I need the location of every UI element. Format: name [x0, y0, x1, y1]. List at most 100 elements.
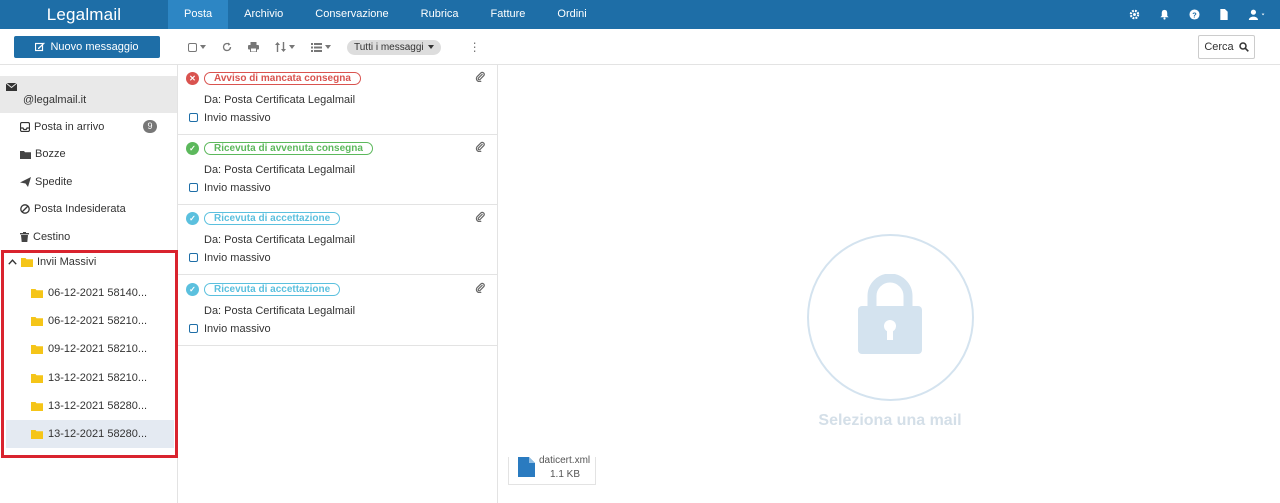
sidebar-item-inbox[interactable]: Posta in arrivo: [20, 118, 104, 136]
document-icon[interactable]: [1216, 7, 1232, 23]
sidebar-item-drafts[interactable]: Bozze: [20, 145, 66, 163]
user-icon[interactable]: [1246, 7, 1270, 23]
select-all-dropdown[interactable]: [188, 42, 206, 52]
refresh-button[interactable]: [222, 42, 232, 52]
new-message-label: Nuovo messaggio: [50, 41, 139, 53]
message-subject: Invio massivo: [204, 112, 271, 124]
sidebar-item-label: Posta in arrivo: [34, 121, 105, 133]
message-type-icon: [189, 324, 198, 333]
inbox-icon: [20, 122, 30, 132]
folder-icon: [31, 345, 43, 354]
message-status-tag: Ricevuta di accettazione: [204, 283, 341, 296]
sort-dropdown[interactable]: [275, 42, 295, 52]
attachment-name: daticert.xml: [539, 455, 591, 466]
refresh-icon: [222, 42, 232, 52]
message-filter-dropdown[interactable]: Tutti i messaggi: [347, 39, 441, 55]
send-icon: [20, 177, 31, 187]
chevron-down-icon: [289, 45, 295, 49]
delivered-status-icon: ✓: [186, 142, 199, 155]
message-list-item[interactable]: ✓ Ricevuta di accettazione Da: Posta Cer…: [178, 276, 497, 346]
subfolder-item-selected[interactable]: 13-12-2021 58280...: [6, 420, 174, 448]
view-dropdown[interactable]: [311, 42, 331, 52]
folder-group-invii-massivi[interactable]: Invii Massivi: [8, 256, 96, 268]
message-type-icon: [189, 183, 198, 192]
folder-icon: [31, 317, 43, 326]
subfolder-item[interactable]: 06-12-2021 58210...: [6, 307, 174, 335]
top-navbar: Legalmail Posta Archivio Conservazione R…: [0, 0, 1280, 29]
subfolder-label: 13-12-2021 58210...: [48, 372, 148, 384]
message-status-tag: Ricevuta di avvenuta consegna: [204, 142, 373, 155]
print-button[interactable]: [248, 42, 259, 52]
subfolder-label: 13-12-2021 58280...: [48, 400, 148, 412]
sidebar-item-label: Spedite: [35, 176, 73, 188]
sidebar-item-trash[interactable]: Cestino: [20, 228, 70, 246]
tab-conservazione[interactable]: Conservazione: [299, 0, 404, 29]
folder-icon: [21, 258, 33, 267]
sidebar-item-label: Cestino: [33, 231, 71, 243]
attachment-item[interactable]: daticert.xml 1.1 KB: [508, 455, 596, 485]
chevron-up-icon: [8, 259, 17, 265]
unread-count-badge: 9: [143, 120, 157, 133]
sidebar-item-sent[interactable]: Spedite: [20, 173, 72, 191]
message-list-item[interactable]: ✕ Avviso di mancata consegna Da: Posta C…: [178, 65, 497, 135]
svg-text:?: ?: [1192, 10, 1197, 19]
search-button[interactable]: Cerca: [1198, 35, 1255, 59]
empty-state-text: Seleziona una mail: [818, 412, 962, 429]
account-header[interactable]: @legalmail.it: [0, 76, 177, 113]
envelope-icon: [6, 83, 17, 91]
subfolder-item[interactable]: 06-12-2021 58140...: [6, 279, 174, 307]
folder-icon: [31, 402, 43, 411]
sidebar-item-label: Posta Indesiderata: [34, 203, 126, 215]
filter-label: Tutti i messaggi: [354, 41, 424, 53]
help-icon[interactable]: ?: [1186, 7, 1202, 23]
message-list-item[interactable]: ✓ Ricevuta di avvenuta consegna Da: Post…: [178, 135, 497, 205]
search-label: Cerca: [1204, 41, 1234, 53]
subfolder-label: 06-12-2021 58210...: [48, 315, 148, 327]
main-nav: Posta Archivio Conservazione Rubrica Fat…: [168, 0, 603, 29]
chevron-down-icon: [325, 45, 331, 49]
subfolder-item[interactable]: 13-12-2021 58280...: [6, 392, 174, 420]
tab-archivio[interactable]: Archivio: [228, 0, 299, 29]
file-icon: [518, 457, 535, 477]
new-message-button[interactable]: Nuovo messaggio: [14, 36, 160, 58]
chevron-down-icon: [427, 45, 434, 49]
message-status-tag: Avviso di mancata consegna: [204, 72, 361, 85]
bell-icon[interactable]: [1156, 7, 1172, 23]
tab-posta[interactable]: Posta: [168, 0, 229, 29]
message-sender: Da: Posta Certificata Legalmail: [204, 305, 356, 317]
folder-icon: [31, 430, 43, 439]
message-toolbar: Tutti i messaggi ⋮: [178, 36, 481, 58]
app-logo[interactable]: Legalmail: [0, 5, 168, 25]
top-icons: ?: [1126, 0, 1270, 29]
folder-icon: [31, 374, 43, 383]
message-sender: Da: Posta Certificata Legalmail: [204, 234, 356, 246]
subfolder-item[interactable]: 09-12-2021 58210...: [6, 335, 174, 363]
more-options-icon[interactable]: ⋮: [469, 40, 481, 54]
folder-group-label: Invii Massivi: [37, 256, 97, 268]
lock-icon: [858, 274, 922, 354]
paperclip-icon: [475, 211, 485, 222]
gear-icon[interactable]: [1126, 7, 1142, 23]
paperclip-icon: [475, 282, 485, 293]
list-divider: [497, 65, 498, 503]
message-list-item[interactable]: ✓ Ricevuta di accettazione Da: Posta Cer…: [178, 205, 497, 275]
checkbox-icon: [188, 42, 197, 52]
search-icon: [1238, 42, 1249, 52]
tab-fatture[interactable]: Fatture: [475, 0, 542, 29]
tab-ordini[interactable]: Ordini: [541, 0, 602, 29]
account-address: @legalmail.it: [23, 94, 87, 106]
message-subject: Invio massivo: [204, 252, 271, 264]
print-icon: [248, 42, 259, 52]
message-sender: Da: Posta Certificata Legalmail: [204, 94, 356, 106]
sidebar-item-label: Bozze: [35, 148, 66, 160]
message-type-icon: [189, 113, 198, 122]
sort-icon: [275, 42, 286, 52]
subfolder-item[interactable]: 13-12-2021 58210...: [6, 364, 174, 392]
tab-rubrica[interactable]: Rubrica: [405, 0, 475, 29]
compose-icon: [35, 42, 46, 52]
sidebar-item-spam[interactable]: Posta Indesiderata: [20, 200, 126, 218]
paperclip-icon: [475, 71, 485, 82]
trash-icon: [20, 232, 29, 242]
attachment-size: 1.1 KB: [550, 469, 581, 480]
message-subject: Invio massivo: [204, 182, 271, 194]
